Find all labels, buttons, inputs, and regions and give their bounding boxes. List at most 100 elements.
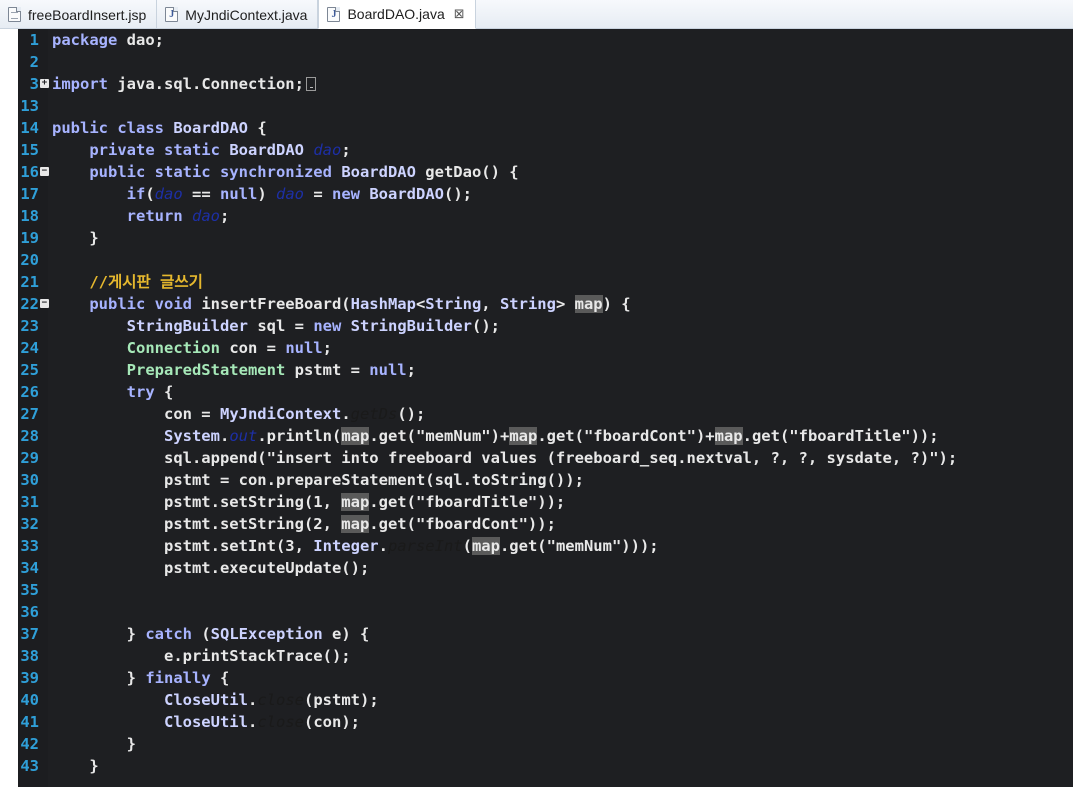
code-line[interactable]: 27 con = MyJndiContext.getDs(); (18, 403, 1073, 425)
code-token: close (257, 691, 304, 709)
code-token: { (210, 669, 230, 687)
code-line[interactable]: 2 (18, 51, 1073, 73)
close-tab-icon[interactable]: ⊠ (454, 8, 465, 21)
code-line[interactable]: 24 Connection con = null; (18, 337, 1073, 359)
code-line[interactable]: 32 pstmt.setString(2, map.get("fboardCon… (18, 513, 1073, 535)
code-token: (pstmt); (304, 691, 379, 709)
collapse-fold-icon[interactable]: − (40, 167, 49, 176)
code-line[interactable]: 20 (18, 249, 1073, 271)
code-line[interactable]: 3 + import java.sql.Connection; (18, 73, 1073, 95)
code-line[interactable]: 18 return dao; (18, 205, 1073, 227)
code-token: ; (220, 207, 230, 225)
code-token: { (154, 383, 174, 401)
code-line[interactable]: 21 //게시판 글쓰기 (18, 271, 1073, 293)
tab-boarddao-java[interactable]: J BoardDAO.java ⊠ (318, 0, 476, 29)
code-editor[interactable]: 1 package dao; 2 3 + import java.sql.Connecti… (0, 29, 1073, 787)
line-number: 31 (20, 493, 39, 511)
code-text: if(dao == null) dao = new BoardDAO(); (52, 183, 472, 205)
code-token: ; (406, 361, 416, 379)
line-number: 21 (20, 273, 39, 291)
code-text: CloseUtil.close(con); (52, 711, 360, 733)
code-line[interactable]: 25 PreparedStatement pstmt = null; (18, 359, 1073, 381)
code-line[interactable]: 39 } finally { (18, 667, 1073, 689)
code-token: map (714, 427, 743, 445)
collapsed-imports-icon[interactable] (305, 76, 316, 91)
code-token: parseInt (387, 537, 463, 555)
code-token: dao (154, 185, 183, 203)
code-token: null (369, 361, 407, 379)
expand-fold-icon[interactable]: + (40, 79, 49, 88)
code-token: MyJndiContext (219, 405, 342, 423)
code-text: return dao; (52, 205, 230, 227)
code-line[interactable]: 1 package dao; (18, 29, 1073, 51)
line-number: 33 (20, 537, 39, 555)
code-token: PreparedStatement (126, 361, 286, 379)
code-token: . (247, 691, 258, 709)
code-token: ( (145, 185, 155, 203)
code-line[interactable]: 35 (18, 579, 1073, 601)
code-line[interactable]: 38 e.printStackTrace(); (18, 645, 1073, 667)
code-line[interactable]: 26 try { (18, 381, 1073, 403)
code-line[interactable]: 16− public static synchronized BoardDAO … (18, 161, 1073, 183)
line-number: 3 (29, 75, 39, 93)
code-token: out (229, 427, 258, 445)
code-line[interactable]: 23 StringBuilder sql = new StringBuilder… (18, 315, 1073, 337)
tab-label: freeBoardInsert.jsp (28, 6, 147, 23)
code-line[interactable]: 17 if(dao == null) dao = new BoardDAO(); (18, 183, 1073, 205)
code-token: . (341, 405, 351, 423)
code-line[interactable]: 19 } (18, 227, 1073, 249)
code-line[interactable]: 33 pstmt.setInt(3, Integer.parseInt(map.… (18, 535, 1073, 557)
tab-freeboardinsert-jsp[interactable]: freeBoardInsert.jsp (0, 0, 158, 29)
code-line[interactable]: 15 private static BoardDAO dao; (18, 139, 1073, 161)
code-line[interactable]: 30 pstmt = con.prepareStatement(sql.toSt… (18, 469, 1073, 491)
code-line[interactable]: 13 (18, 95, 1073, 117)
code-token: (con); (304, 713, 360, 731)
code-text: e.printStackTrace(); (52, 645, 351, 667)
code-line[interactable]: 42 } (18, 733, 1073, 755)
collapse-fold-icon[interactable]: − (40, 299, 49, 308)
code-token: map (341, 515, 370, 533)
code-token: map (341, 427, 370, 445)
code-line[interactable]: 14 public class BoardDAO { (18, 117, 1073, 139)
code-line[interactable]: 43 } (18, 755, 1073, 777)
code-token: = (304, 185, 332, 203)
line-number: 41 (20, 713, 39, 731)
code-line[interactable]: 34 pstmt.executeUpdate(); (18, 557, 1073, 579)
code-line[interactable]: 22− public void insertFreeBoard(HashMap<… (18, 293, 1073, 315)
line-number: 19 (20, 229, 39, 247)
code-token: pstmt = (285, 361, 370, 379)
code-text: } finally { (52, 667, 230, 689)
code-token: ; (322, 339, 332, 357)
code-token: private static (89, 141, 220, 159)
code-line[interactable]: 37 } catch (SQLException e) { (18, 623, 1073, 645)
code-token: java.sql.Connection; (108, 75, 304, 93)
line-number: 13 (20, 97, 39, 115)
code-line[interactable]: 41 CloseUtil.close(con); (18, 711, 1073, 733)
code-text: CloseUtil.close(pstmt); (52, 689, 379, 711)
tab-myjndicontext-java[interactable]: J MyJndiContext.java (157, 0, 319, 29)
code-token: } (52, 625, 146, 643)
code-text: PreparedStatement pstmt = null; (52, 359, 416, 381)
code-token: . (247, 713, 258, 731)
code-line[interactable]: 31 pstmt.setString(1, map.get("fboardTit… (18, 491, 1073, 513)
code-lines[interactable]: 1 package dao; 2 3 + import java.sql.Connecti… (18, 29, 1073, 777)
code-token: new (332, 185, 360, 203)
code-token: SQLException (210, 625, 323, 643)
line-number: 34 (20, 559, 39, 577)
code-line[interactable]: 29 sql.append("insert into freeboard val… (18, 447, 1073, 469)
code-token: .get("fboardTitle")); (742, 427, 939, 445)
tab-label: BoardDAO.java (347, 6, 445, 22)
code-line[interactable]: 36 (18, 601, 1073, 623)
line-number: 1 (29, 31, 39, 49)
code-token: ) { (602, 295, 631, 313)
code-line[interactable]: 40 CloseUtil.close(pstmt); (18, 689, 1073, 711)
code-line[interactable]: 28 System.out.println(map.get("memNum")+… (18, 425, 1073, 447)
code-token: package (52, 31, 118, 49)
code-text: pstmt.setString(1, map.get("fboardTitle"… (52, 491, 565, 513)
code-token: finally (145, 669, 211, 687)
code-token: System (163, 427, 220, 445)
